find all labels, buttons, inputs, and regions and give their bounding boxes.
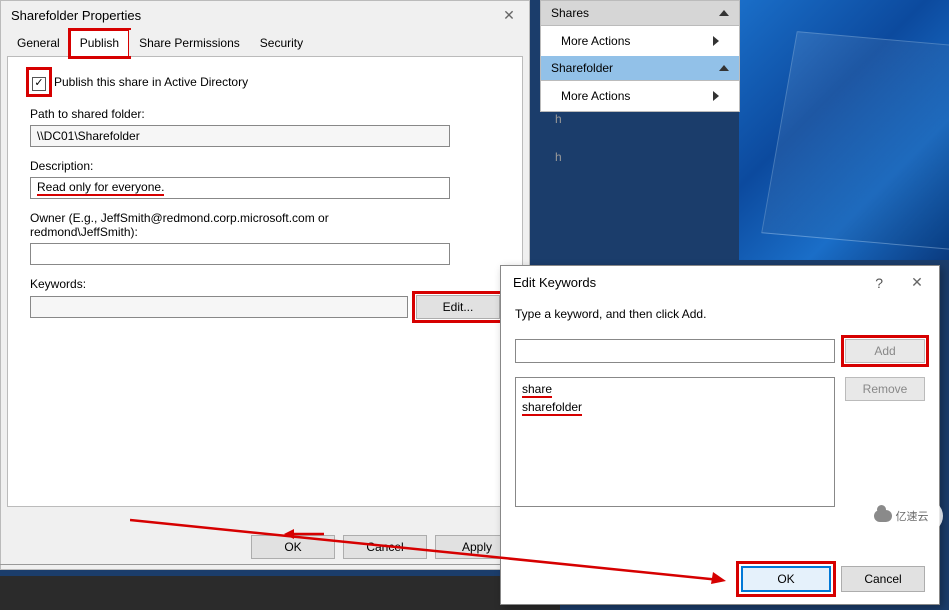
help-icon[interactable]: ?	[875, 275, 883, 291]
collapse-icon	[719, 65, 729, 71]
close-icon[interactable]: ✕	[907, 274, 927, 291]
properties-dialog: Sharefolder Properties ✕ General Publish…	[0, 0, 530, 570]
tab-strip: General Publish Share Permissions Securi…	[7, 30, 523, 57]
divider	[0, 564, 560, 565]
kw-text-input[interactable]	[515, 339, 835, 363]
path-input	[30, 125, 450, 147]
watermark-text: 亿速云	[896, 508, 929, 524]
background-text: h	[555, 112, 562, 126]
keywords-label: Keywords:	[30, 277, 500, 291]
description-label: Description:	[30, 159, 500, 173]
dialog-footer: OK Cancel Apply	[251, 535, 519, 559]
tab-publish[interactable]: Publish	[70, 30, 129, 57]
tab-body-publish: ✓ Publish this share in Active Directory…	[7, 57, 523, 507]
ok-button[interactable]: OK	[251, 535, 335, 559]
collapse-icon	[719, 10, 729, 16]
publish-checkbox[interactable]: ✓	[32, 77, 46, 91]
kw-item[interactable]: share	[522, 382, 552, 398]
submenu-icon	[713, 91, 719, 101]
kw-cancel-button[interactable]: Cancel	[841, 566, 925, 592]
mmc-actions-pane: Shares More Actions Sharefolder More Act…	[540, 0, 740, 112]
owner-input[interactable]	[30, 243, 450, 265]
more-actions-label: More Actions	[561, 89, 630, 103]
kw-titlebar: Edit Keywords ? ✕	[501, 266, 939, 299]
add-button[interactable]: Add	[845, 339, 925, 363]
desktop-wallpaper	[739, 0, 949, 260]
keywords-input	[30, 296, 408, 318]
actions-header-label: Sharefolder	[551, 61, 613, 75]
edit-keywords-button[interactable]: Edit...	[416, 295, 500, 319]
taskbar	[0, 576, 560, 610]
submenu-icon	[713, 36, 719, 46]
background-text: h	[555, 150, 562, 164]
kw-ok-button[interactable]: OK	[741, 566, 831, 592]
tab-security[interactable]: Security	[250, 30, 313, 56]
watermark: 亿速云	[859, 500, 943, 532]
titlebar: Sharefolder Properties ✕	[1, 1, 529, 30]
edit-keywords-dialog: Edit Keywords ? ✕ Type a keyword, and th…	[500, 265, 940, 605]
cloud-icon	[874, 510, 892, 522]
close-icon[interactable]: ✕	[499, 7, 519, 24]
remove-button[interactable]: Remove	[845, 377, 925, 401]
kw-item[interactable]: sharefolder	[522, 400, 582, 416]
path-label: Path to shared folder:	[30, 107, 500, 121]
description-input[interactable]: Read only for everyone.	[30, 177, 450, 199]
tab-share-permissions[interactable]: Share Permissions	[129, 30, 250, 56]
cancel-button[interactable]: Cancel	[343, 535, 427, 559]
actions-header-sharefolder[interactable]: Sharefolder	[541, 56, 739, 81]
actions-header-shares[interactable]: Shares	[541, 1, 739, 26]
tab-general[interactable]: General	[7, 30, 70, 56]
actions-more-shares[interactable]: More Actions	[541, 26, 739, 56]
kw-prompt: Type a keyword, and then click Add.	[515, 307, 925, 321]
actions-more-sharefolder[interactable]: More Actions	[541, 81, 739, 111]
checkbox-highlight: ✓	[30, 71, 48, 93]
kw-title-text: Edit Keywords	[513, 275, 596, 290]
kw-listbox[interactable]: share sharefolder	[515, 377, 835, 507]
publish-checkbox-label: Publish this share in Active Directory	[54, 75, 248, 89]
description-value: Read only for everyone.	[37, 180, 164, 196]
actions-header-label: Shares	[551, 6, 589, 20]
more-actions-label: More Actions	[561, 34, 630, 48]
owner-label: Owner (E.g., JeffSmith@redmond.corp.micr…	[30, 211, 410, 239]
window-title: Sharefolder Properties	[11, 8, 141, 23]
